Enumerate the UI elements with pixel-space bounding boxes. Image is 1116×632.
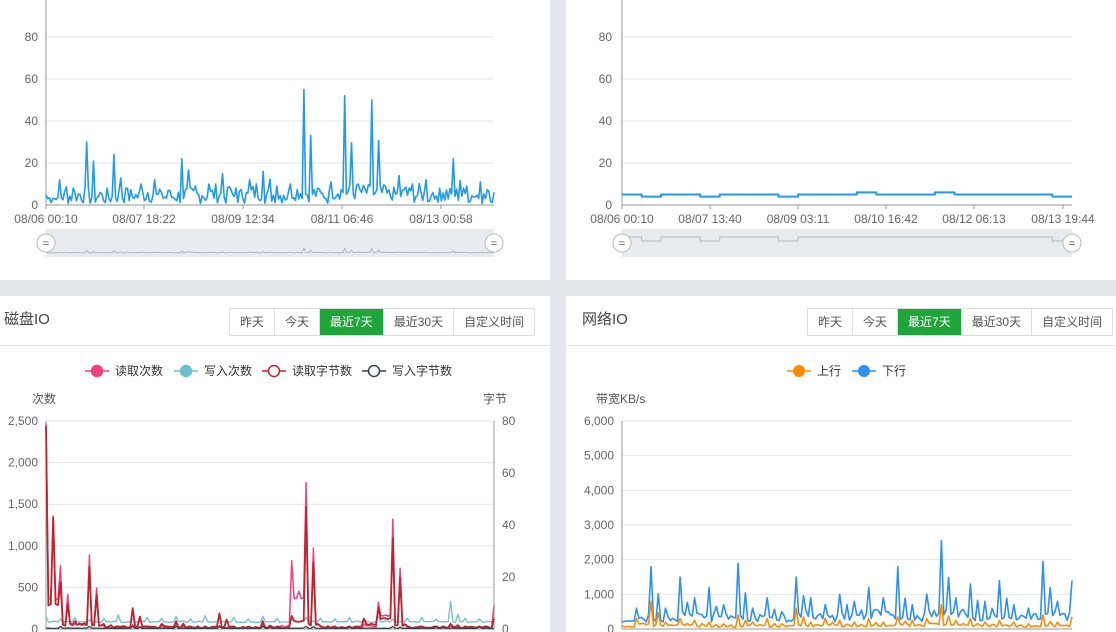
left-y-tick-label: 1,000	[8, 539, 38, 553]
x-tick-label: 08/10 16:42	[854, 212, 918, 226]
read-bytes-series	[45, 426, 495, 630]
y-tick-label: 6,000	[584, 414, 614, 428]
y-tick-label: 0	[605, 198, 612, 212]
top-left-panel: 0 20 40 60 80 08/06 00:10 08/07 18:22 08/09 12:…	[0, 0, 550, 280]
left-y-tick-label: 500	[18, 580, 38, 594]
x-tick-label: 08/11 06:46	[311, 212, 374, 226]
zoom-slider-track[interactable]	[622, 229, 1072, 257]
slider-handle-glyph: =	[43, 238, 49, 250]
y-tick-label: 1,000	[584, 587, 614, 601]
legend-marker[interactable]	[90, 364, 104, 378]
x-tick-label: 08/12 06:13	[942, 212, 1006, 226]
y-tick-label: 4,000	[584, 483, 614, 497]
read-count-series	[45, 423, 495, 630]
y-tick-label: 20	[599, 156, 613, 170]
legend-label: 写入字节数	[392, 363, 452, 378]
disk-io-panel: 磁盘IO 昨天 今天 最近7天 最近30天 自定义时间 读取次数 写入次数 读取字节…	[0, 296, 550, 632]
x-tick-label: 08/13 00:58	[409, 212, 473, 226]
x-tick-label: 08/06 00:10	[590, 212, 654, 226]
top-right-panel: 0 20 40 60 80 08/06 00:10 08/07 13:40 08/09 03:…	[566, 0, 1116, 280]
network-io-chart: 上行 下行带宽KB/s 0 1,000 2,000 3,000 4,000 5,000 6,00…	[584, 364, 1073, 632]
right-y-tick-label: 20	[502, 570, 516, 584]
left-axis-name: 次数	[32, 391, 56, 406]
cpu-series-line	[45, 88, 495, 205]
y-tick-label: 80	[599, 30, 613, 44]
memory-series-line	[622, 191, 1072, 198]
right-y-tick-label: 40	[502, 518, 516, 532]
y-tick-label: 5,000	[584, 449, 614, 463]
right-axis-name: 字节	[483, 391, 507, 406]
x-tick-label: 08/13 19:44	[1031, 212, 1095, 226]
y-tick-label: 40	[25, 114, 39, 128]
legend-marker[interactable]	[858, 365, 870, 377]
top-left-chart: 0 20 40 60 80 08/06 00:10 08/07 18:22 08/09 12:…	[14, 0, 504, 257]
slider-handle-glyph: =	[1069, 238, 1075, 250]
legend-marker[interactable]	[267, 364, 281, 378]
right-y-tick-label: 0	[502, 622, 509, 632]
y-tick-label: 80	[25, 30, 39, 44]
y-tick-label: 0	[607, 622, 614, 632]
x-tick-label: 08/06 00:10	[14, 212, 78, 226]
y-tick-label: 3,000	[584, 518, 614, 532]
legend-marker[interactable]	[179, 364, 193, 378]
network-io-panel: 网络IO 昨天 今天 最近7天 最近30天 自定义时间 上行 下行 带宽KB/s 0 1…	[566, 296, 1116, 632]
disk-io-chart: 读取次数 写入次数 读取字节数 写入字节数次数 字节 0 500 1,000 1,500 2,00…	[8, 363, 516, 632]
y-tick-label: 2,000	[584, 553, 614, 567]
slider-handle-glyph: =	[491, 238, 497, 250]
legend-label: 上行	[817, 364, 841, 378]
x-tick-label: 08/09 12:34	[211, 212, 275, 226]
left-y-tick-label: 1,500	[8, 497, 38, 511]
right-y-tick-label: 80	[502, 414, 516, 428]
left-y-tick-label: 2,500	[8, 414, 38, 428]
legend-label: 写入次数	[204, 363, 252, 378]
y-tick-label: 60	[599, 72, 613, 86]
y-tick-label: 20	[25, 156, 39, 170]
y-axis-name: 带宽KB/s	[596, 391, 645, 406]
x-tick-label: 08/07 13:40	[678, 212, 742, 226]
legend-marker[interactable]	[793, 365, 805, 377]
right-y-tick-label: 60	[502, 466, 516, 480]
legend-marker[interactable]	[367, 364, 381, 378]
left-y-tick-label: 0	[31, 622, 38, 632]
y-tick-label: 40	[599, 114, 613, 128]
top-right-chart: 0 20 40 60 80 08/06 00:10 08/07 13:40 08/09 03:…	[590, 0, 1095, 257]
x-tick-label: 08/09 03:11	[767, 212, 830, 226]
write-count-series	[45, 600, 495, 623]
legend-label: 读取次数	[115, 363, 163, 378]
y-tick-label: 0	[31, 198, 38, 212]
legend-label: 下行	[882, 364, 906, 378]
download-series	[621, 539, 1073, 623]
left-y-tick-label: 2,000	[8, 456, 38, 470]
y-tick-label: 60	[25, 72, 39, 86]
slider-handle-glyph: =	[619, 238, 625, 250]
legend-label: 读取字节数	[292, 363, 352, 378]
x-tick-label: 08/07 18:22	[112, 212, 176, 226]
